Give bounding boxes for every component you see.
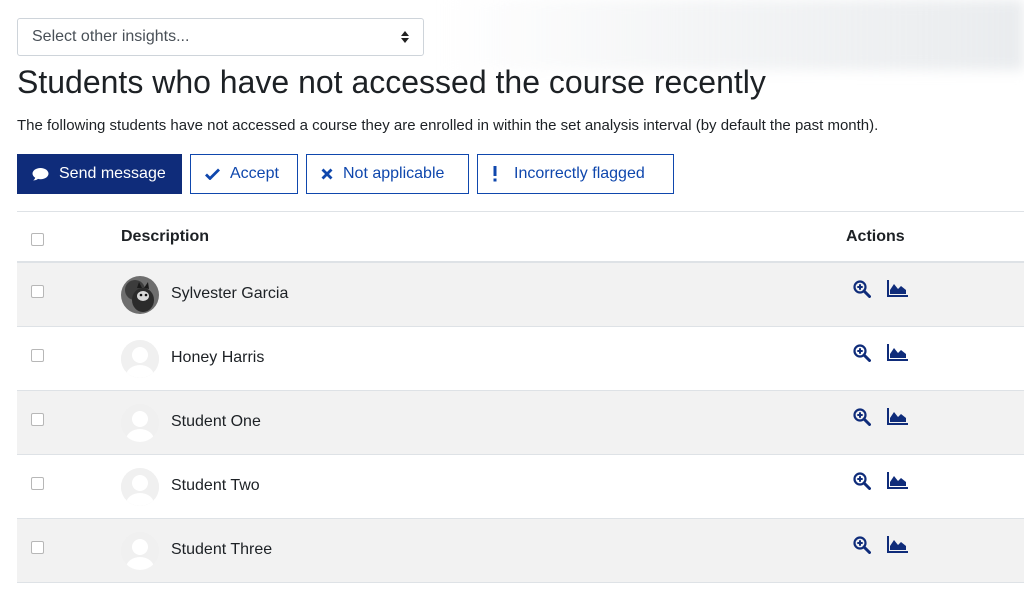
row-checkbox[interactable] bbox=[31, 349, 44, 362]
check-icon bbox=[205, 168, 220, 180]
row-checkbox[interactable] bbox=[31, 541, 44, 554]
incorrectly-flagged-button[interactable]: Incorrectly flagged bbox=[477, 154, 674, 194]
page-title: Students who have not accessed the cours… bbox=[17, 64, 766, 100]
select-arrows-icon bbox=[401, 31, 409, 43]
avatar[interactable] bbox=[121, 340, 159, 378]
area-chart-icon[interactable] bbox=[887, 344, 908, 366]
comment-icon bbox=[32, 167, 49, 181]
zoom-in-icon[interactable] bbox=[853, 280, 871, 303]
page: Select other insights... Students who ha… bbox=[0, 0, 1024, 600]
times-icon bbox=[321, 168, 333, 180]
area-chart-icon[interactable] bbox=[887, 536, 908, 558]
student-name[interactable]: Student One bbox=[171, 413, 261, 431]
zoom-in-icon[interactable] bbox=[853, 472, 871, 495]
table-row: Student One bbox=[17, 391, 1024, 455]
not-applicable-button[interactable]: Not applicable bbox=[306, 154, 469, 194]
zoom-in-icon[interactable] bbox=[853, 344, 871, 367]
zoom-in-icon[interactable] bbox=[853, 536, 871, 559]
area-chart-icon[interactable] bbox=[887, 280, 908, 302]
avatar[interactable] bbox=[121, 276, 159, 314]
student-name[interactable]: Student Two bbox=[171, 477, 260, 495]
avatar[interactable] bbox=[121, 532, 159, 570]
accept-button[interactable]: Accept bbox=[190, 154, 298, 194]
area-chart-icon[interactable] bbox=[887, 408, 908, 430]
area-chart-icon[interactable] bbox=[887, 472, 908, 494]
send-message-button[interactable]: Send message bbox=[17, 154, 182, 194]
exclamation-icon bbox=[492, 166, 498, 182]
insights-table: Description Actions Sylvester Garcia Hon… bbox=[17, 211, 1024, 583]
student-name[interactable]: Honey Harris bbox=[171, 349, 264, 367]
page-description: The following students have not accessed… bbox=[17, 117, 879, 134]
zoom-in-icon[interactable] bbox=[853, 408, 871, 431]
send-message-label: Send message bbox=[59, 165, 166, 182]
insights-select[interactable]: Select other insights... bbox=[17, 18, 424, 56]
table-row: Student Three bbox=[17, 519, 1024, 583]
not-applicable-label: Not applicable bbox=[343, 165, 445, 182]
insights-select-value: Select other insights... bbox=[32, 28, 190, 45]
row-checkbox[interactable] bbox=[31, 285, 44, 298]
table-row: Sylvester Garcia bbox=[17, 263, 1024, 327]
avatar[interactable] bbox=[121, 468, 159, 506]
description-column-header: Description bbox=[121, 228, 210, 245]
table-header: Description Actions bbox=[17, 211, 1024, 263]
select-all-checkbox[interactable] bbox=[31, 233, 44, 246]
incorrectly-flagged-label: Incorrectly flagged bbox=[514, 165, 645, 182]
table-row: Student Two bbox=[17, 455, 1024, 519]
table-row: Honey Harris bbox=[17, 327, 1024, 391]
student-name[interactable]: Student Three bbox=[171, 541, 272, 559]
blurred-header bbox=[440, 0, 1024, 70]
accept-label: Accept bbox=[230, 165, 279, 182]
avatar[interactable] bbox=[121, 404, 159, 442]
actions-column-header: Actions bbox=[846, 228, 905, 245]
row-checkbox[interactable] bbox=[31, 477, 44, 490]
student-name[interactable]: Sylvester Garcia bbox=[171, 285, 288, 303]
row-checkbox[interactable] bbox=[31, 413, 44, 426]
